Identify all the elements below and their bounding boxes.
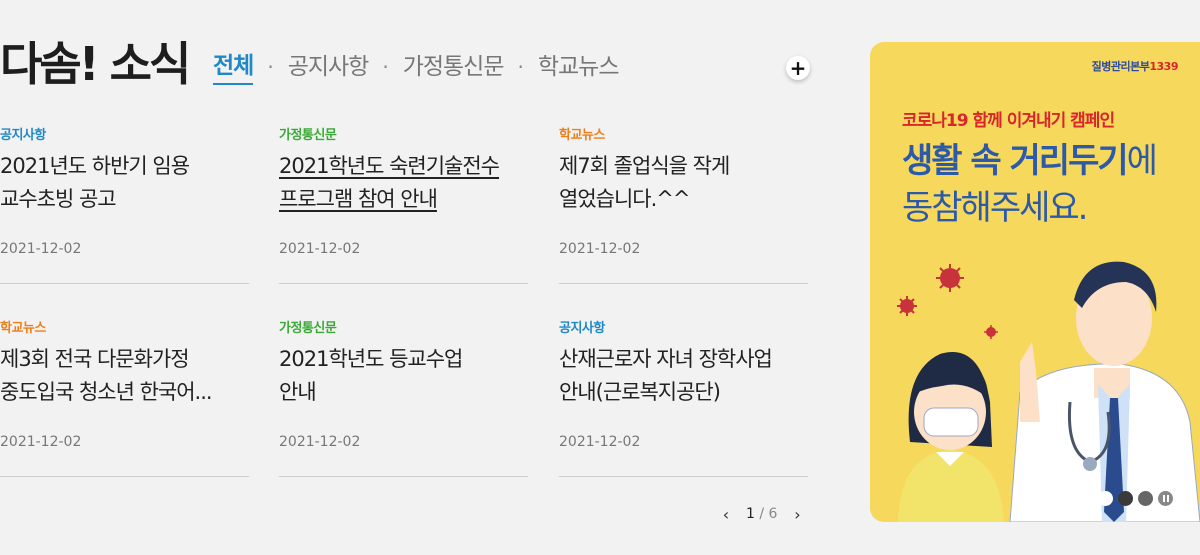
news-item[interactable]: 공지사항 산재근로자 자녀 장학사업 안내(근로복지공단) 2021-12-02 [559, 317, 808, 477]
banner-headline-line2: 동참해주세요. [902, 188, 1088, 228]
news-category: 공지사항 [0, 128, 46, 143]
tab-home-letter[interactable]: 가정통신문 [403, 50, 505, 84]
news-title[interactable]: 2021년도 하반기 임용 교수초빙 공고 [0, 150, 255, 216]
current-page: 1 [746, 506, 755, 522]
campaign-banner[interactable]: 질병관리본부1339 코로나19 함께 이겨내기 캠페인 생활 속 거리두기에 … [870, 42, 1200, 522]
tab-separator: · [382, 55, 389, 79]
page-indicator: 1 / 6 [746, 506, 777, 522]
news-date: 2021-12-02 [279, 241, 361, 257]
news-item[interactable]: 가정통신문 2021학년도 등교수업 안내 2021-12-02 [279, 317, 528, 477]
banner-controls [1098, 491, 1173, 506]
banner-org-number: 1339 [1149, 60, 1178, 73]
news-category: 학교뉴스 [559, 128, 605, 143]
news-title[interactable]: 제3회 전국 다문화가정 중도입국 청소년 한국어... [0, 343, 255, 409]
pause-icon[interactable] [1158, 491, 1173, 506]
total-pages: 6 [768, 506, 778, 522]
news-category: 공지사항 [559, 321, 605, 336]
news-date: 2021-12-02 [559, 434, 641, 450]
slide-dot-2[interactable] [1118, 491, 1133, 506]
news-date: 2021-12-02 [0, 434, 82, 450]
banner-org: 질병관리본부1339 [1091, 58, 1179, 74]
news-title[interactable]: 2021학년도 등교수업 안내 [279, 343, 534, 409]
news-title[interactable]: 제7회 졸업식을 작게 열었습니다.^^ [559, 150, 814, 216]
tab-separator: · [267, 55, 274, 79]
news-date: 2021-12-02 [279, 434, 361, 450]
news-date: 2021-12-02 [559, 241, 641, 257]
next-page-button[interactable]: › [787, 505, 807, 524]
page-divider: / [759, 506, 765, 522]
more-button[interactable]: + [786, 56, 810, 80]
slide-dot-3[interactable] [1138, 491, 1153, 506]
tab-notice[interactable]: 공지사항 [288, 50, 370, 84]
news-title[interactable]: 2021학년도 숙련기술전수 프로그램 참여 안내 [279, 150, 534, 216]
news-category: 가정통신문 [279, 321, 337, 336]
news-category: 가정통신문 [279, 128, 337, 143]
section-title: 다솜! 소식 [0, 37, 191, 91]
tab-all[interactable]: 전체 [213, 49, 254, 85]
news-item[interactable]: 공지사항 2021년도 하반기 임용 교수초빙 공고 2021-12-02 [0, 124, 249, 284]
news-item[interactable]: 학교뉴스 제3회 전국 다문화가정 중도입국 청소년 한국어... 2021-12… [0, 317, 249, 477]
tab-school-news[interactable]: 학교뉴스 [538, 50, 620, 84]
slide-dot-1[interactable] [1098, 491, 1113, 506]
banner-headline: 생활 속 거리두기에 [902, 140, 1158, 182]
news-item[interactable]: 가정통신문 2021학년도 숙련기술전수 프로그램 참여 안내 2021-12-0… [279, 124, 528, 284]
news-item[interactable]: 학교뉴스 제7회 졸업식을 작게 열었습니다.^^ 2021-12-02 [559, 124, 808, 284]
tab-separator: · [517, 55, 524, 79]
news-pager: ‹ 1 / 6 › [716, 503, 807, 525]
banner-headline-rest: 에 [1126, 141, 1158, 181]
prev-page-button[interactable]: ‹ [716, 505, 736, 524]
banner-headline-bold: 생활 속 거리두기 [902, 141, 1129, 181]
banner-campaign: 코로나19 함께 이겨내기 캠페인 [902, 111, 1115, 131]
news-date: 2021-12-02 [0, 241, 82, 257]
news-category: 학교뉴스 [0, 321, 46, 336]
category-tabs: 전체 · 공지사항 · 가정통신문 · 학교뉴스 [213, 49, 620, 85]
banner-org-name: 질병관리본부 [1091, 60, 1150, 73]
news-title[interactable]: 산재근로자 자녀 장학사업 안내(근로복지공단) [559, 343, 814, 409]
